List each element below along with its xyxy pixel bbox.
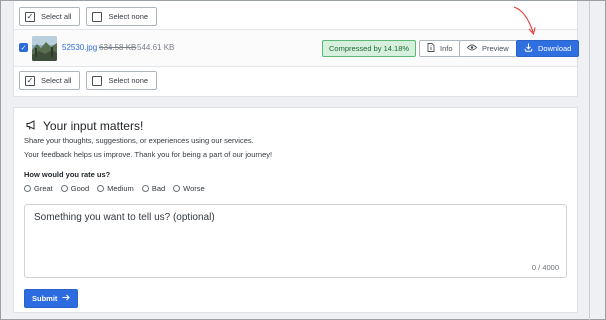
checkbox-checked-icon: ✓: [25, 11, 35, 22]
rating-option-good[interactable]: Good: [60, 184, 90, 193]
feedback-panel: Your input matters! Share your thoughts,…: [13, 107, 578, 313]
feedback-heading: Your input matters!: [26, 119, 143, 133]
checkbox-empty-icon: [92, 11, 103, 22]
feedback-title: Your input matters!: [43, 119, 144, 133]
radio-icon: [97, 185, 105, 192]
info-label: Info: [440, 44, 453, 53]
file-row: ✓ 52530.jpg 634.58 KB 544.61 KB Compress…: [14, 29, 580, 67]
feedback-intro-line-2: Your feedback helps us improve. Thank yo…: [24, 150, 273, 159]
compressed-size: 544.61 KB: [137, 43, 175, 52]
rating-option-label: Medium: [107, 184, 134, 193]
compression-badge: Compressed by 14.18%: [322, 40, 417, 57]
submit-label: Submit: [32, 294, 58, 303]
info-button[interactable]: Info: [419, 40, 461, 57]
feedback-textarea-placeholder: Something you want to tell us? (optional…: [34, 212, 215, 223]
rating-question: How would you rate us?: [24, 170, 111, 179]
arrow-right-icon: [62, 294, 71, 303]
screenshot-frame: ✓ Select all Select none ✓ 52530.jpg 634…: [0, 0, 606, 320]
rating-option-medium[interactable]: Medium: [97, 184, 134, 193]
preview-label: Preview: [482, 44, 509, 53]
preview-button[interactable]: Preview: [459, 40, 517, 57]
rating-option-label: Worse: [183, 184, 205, 193]
rating-option-great[interactable]: Great: [24, 184, 53, 193]
eye-icon: [466, 44, 478, 53]
select-none-button-bottom[interactable]: Select none: [86, 71, 158, 90]
select-none-label: Select none: [108, 12, 149, 21]
file-list-panel: ✓ Select all Select none ✓ 52530.jpg 634…: [13, 1, 580, 97]
feedback-textarea[interactable]: Something you want to tell us? (optional…: [24, 204, 567, 278]
file-name-link[interactable]: 52530.jpg: [62, 43, 97, 52]
original-size: 634.58 KB: [99, 43, 137, 52]
download-button[interactable]: Download: [516, 40, 580, 57]
radio-icon: [60, 185, 68, 192]
megaphone-icon: [26, 119, 37, 133]
rating-option-worse[interactable]: Worse: [173, 184, 205, 193]
rating-option-label: Good: [70, 184, 90, 193]
feedback-intro-line-1: Share your thoughts, suggestions, or exp…: [24, 136, 254, 145]
rating-option-label: Great: [34, 184, 53, 193]
scrollbar-track[interactable]: [589, 1, 590, 320]
radio-icon: [173, 185, 181, 192]
rating-options: Great Good Medium Bad Worse: [24, 184, 205, 193]
checkbox-checked-icon: ✓: [25, 75, 35, 86]
character-count: 0 / 4000: [531, 263, 559, 272]
rating-option-bad[interactable]: Bad: [141, 184, 166, 193]
select-all-label-bottom: Select all: [41, 76, 72, 85]
file-info-icon: [427, 43, 435, 54]
submit-button[interactable]: Submit: [24, 289, 79, 308]
select-none-button[interactable]: Select none: [86, 7, 158, 26]
download-label: Download: [538, 44, 572, 53]
file-select-checkbox[interactable]: ✓: [19, 43, 28, 52]
selection-controls-bottom: ✓ Select all Select none: [19, 71, 158, 93]
select-none-label-bottom: Select none: [108, 76, 149, 85]
selection-controls-top: ✓ Select all Select none: [19, 7, 158, 29]
select-all-button[interactable]: ✓ Select all: [19, 7, 81, 26]
radio-icon: [141, 185, 149, 192]
checkbox-empty-icon: [92, 75, 103, 86]
file-thumbnail: [32, 36, 57, 61]
download-icon: [524, 43, 533, 54]
radio-icon: [24, 185, 31, 192]
compression-badge-text: Compressed by 14.18%: [329, 44, 410, 53]
select-all-button-bottom[interactable]: ✓ Select all: [19, 71, 81, 90]
select-all-label: Select all: [41, 12, 72, 21]
rating-option-label: Bad: [151, 184, 166, 193]
